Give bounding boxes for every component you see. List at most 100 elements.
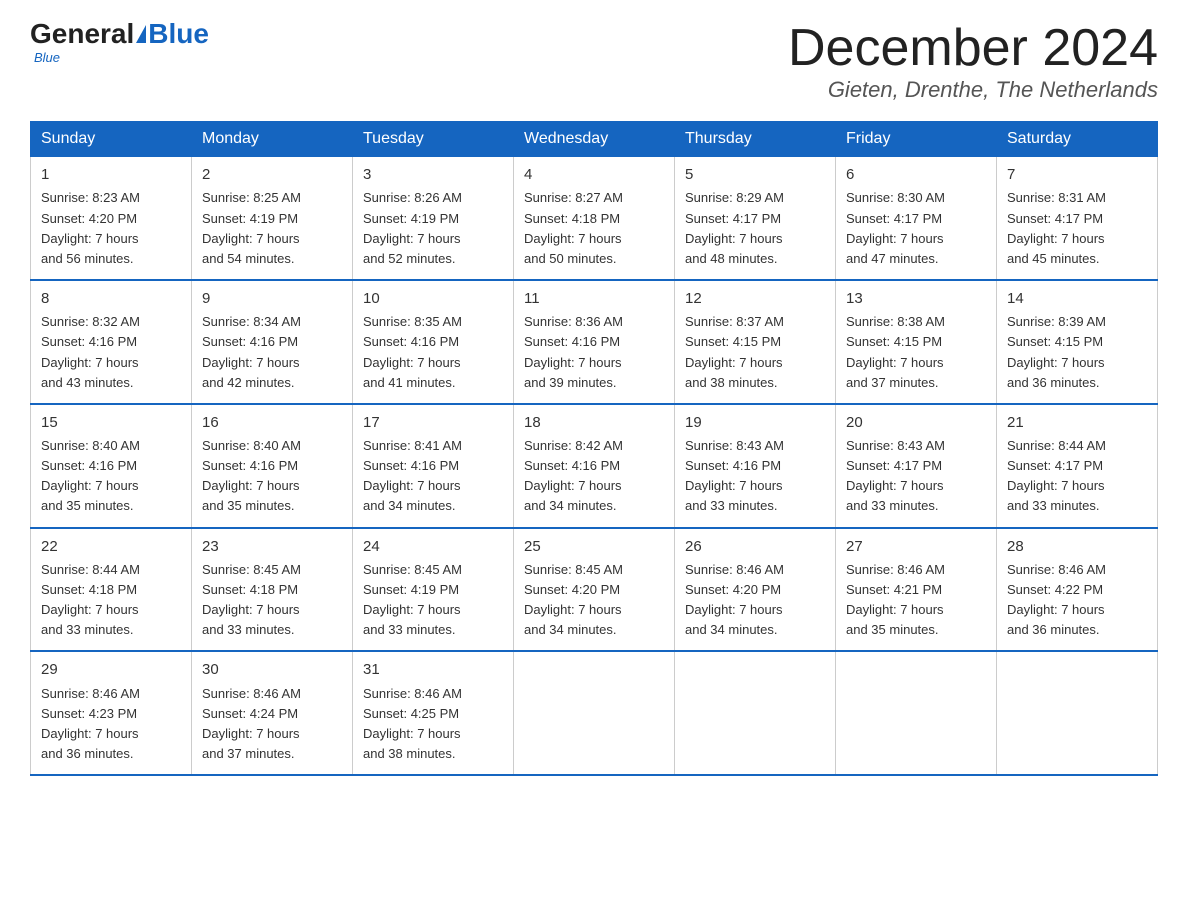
calendar-week-row: 15 Sunrise: 8:40 AMSunset: 4:16 PMDayligh…: [31, 404, 1158, 528]
logo-triangle-icon: [136, 25, 146, 43]
day-info: Sunrise: 8:32 AMSunset: 4:16 PMDaylight:…: [41, 314, 140, 389]
day-info: Sunrise: 8:44 AMSunset: 4:18 PMDaylight:…: [41, 562, 140, 637]
calendar-cell: 27Sunrise: 8:46 AMSunset: 4:21 PMDayligh…: [836, 528, 997, 652]
day-info: Sunrise: 8:46 AMSunset: 4:21 PMDaylight:…: [846, 562, 945, 637]
logo-blue-text: Blue: [148, 20, 209, 48]
day-info: Sunrise: 8:46 AMSunset: 4:25 PMDaylight:…: [363, 686, 462, 761]
column-header-thursday: Thursday: [675, 122, 836, 157]
day-number: 3: [363, 163, 503, 186]
calendar-cell: 29Sunrise: 8:46 AMSunset: 4:23 PMDayligh…: [31, 651, 192, 775]
day-info: Sunrise: 8:38 AMSunset: 4:15 PMDaylight:…: [846, 314, 945, 389]
calendar-table: SundayMondayTuesdayWednesdayThursdayFrid…: [30, 121, 1158, 776]
column-header-friday: Friday: [836, 122, 997, 157]
day-info: Sunrise: 8:31 AMSunset: 4:17 PMDaylight:…: [1007, 190, 1106, 265]
column-header-wednesday: Wednesday: [514, 122, 675, 157]
day-info: Sunrise: 8:46 AMSunset: 4:24 PMDaylight:…: [202, 686, 301, 761]
day-number: 25: [524, 535, 664, 558]
day-number: 7: [1007, 163, 1147, 186]
day-number: 14: [1007, 287, 1147, 310]
calendar-cell: 11 Sunrise: 8:36 AMSunset: 4:16 PMDayligh…: [514, 280, 675, 404]
calendar-cell: 24Sunrise: 8:45 AMSunset: 4:19 PMDayligh…: [353, 528, 514, 652]
day-info: Sunrise: 8:37 AMSunset: 4:15 PMDaylight:…: [685, 314, 784, 389]
day-info: Sunrise: 8:45 AMSunset: 4:20 PMDaylight:…: [524, 562, 623, 637]
calendar-cell: 15 Sunrise: 8:40 AMSunset: 4:16 PMDayligh…: [31, 404, 192, 528]
day-number: 28: [1007, 535, 1147, 558]
day-number: 4: [524, 163, 664, 186]
day-number: 22: [41, 535, 181, 558]
calendar-cell: 28 Sunrise: 8:46 AMSunset: 4:22 PMDayligh…: [997, 528, 1158, 652]
day-info: Sunrise: 8:36 AMSunset: 4:16 PMDaylight:…: [524, 314, 623, 389]
day-number: 6: [846, 163, 986, 186]
calendar-cell: 4Sunrise: 8:27 AMSunset: 4:18 PMDaylight…: [514, 157, 675, 280]
day-number: 30: [202, 658, 342, 681]
day-number: 20: [846, 411, 986, 434]
day-number: 23: [202, 535, 342, 558]
day-number: 19: [685, 411, 825, 434]
calendar-cell: 10Sunrise: 8:35 AMSunset: 4:16 PMDayligh…: [353, 280, 514, 404]
day-info: Sunrise: 8:46 AMSunset: 4:20 PMDaylight:…: [685, 562, 784, 637]
day-info: Sunrise: 8:40 AMSunset: 4:16 PMDaylight:…: [41, 438, 140, 513]
column-header-tuesday: Tuesday: [353, 122, 514, 157]
day-info: Sunrise: 8:45 AMSunset: 4:18 PMDaylight:…: [202, 562, 301, 637]
day-info: Sunrise: 8:41 AMSunset: 4:16 PMDaylight:…: [363, 438, 462, 513]
column-header-saturday: Saturday: [997, 122, 1158, 157]
calendar-cell: 21 Sunrise: 8:44 AMSunset: 4:17 PMDayligh…: [997, 404, 1158, 528]
calendar-cell: 20 Sunrise: 8:43 AMSunset: 4:17 PMDayligh…: [836, 404, 997, 528]
day-info: Sunrise: 8:34 AMSunset: 4:16 PMDaylight:…: [202, 314, 301, 389]
day-info: Sunrise: 8:29 AMSunset: 4:17 PMDaylight:…: [685, 190, 784, 265]
day-info: Sunrise: 8:44 AMSunset: 4:17 PMDaylight:…: [1007, 438, 1106, 513]
column-header-sunday: Sunday: [31, 122, 192, 157]
day-number: 21: [1007, 411, 1147, 434]
calendar-cell: [514, 651, 675, 775]
calendar-cell: [675, 651, 836, 775]
day-info: Sunrise: 8:43 AMSunset: 4:17 PMDaylight:…: [846, 438, 945, 513]
day-number: 15: [41, 411, 181, 434]
day-info: Sunrise: 8:30 AMSunset: 4:17 PMDaylight:…: [846, 190, 945, 265]
logo-subtitle: Blue: [34, 50, 60, 65]
day-number: 9: [202, 287, 342, 310]
day-number: 11: [524, 287, 664, 310]
calendar-cell: 2Sunrise: 8:25 AMSunset: 4:19 PMDaylight…: [192, 157, 353, 280]
day-number: 5: [685, 163, 825, 186]
day-number: 16: [202, 411, 342, 434]
calendar-cell: 8Sunrise: 8:32 AMSunset: 4:16 PMDaylight…: [31, 280, 192, 404]
day-number: 13: [846, 287, 986, 310]
calendar-cell: 16 Sunrise: 8:40 AMSunset: 4:16 PMDayligh…: [192, 404, 353, 528]
day-info: Sunrise: 8:40 AMSunset: 4:16 PMDaylight:…: [202, 438, 301, 513]
calendar-cell: 19 Sunrise: 8:43 AMSunset: 4:16 PMDayligh…: [675, 404, 836, 528]
calendar-cell: 30 Sunrise: 8:46 AMSunset: 4:24 PMDayligh…: [192, 651, 353, 775]
calendar-cell: 3Sunrise: 8:26 AMSunset: 4:19 PMDaylight…: [353, 157, 514, 280]
day-info: Sunrise: 8:46 AMSunset: 4:22 PMDaylight:…: [1007, 562, 1106, 637]
day-number: 12: [685, 287, 825, 310]
calendar-cell: [997, 651, 1158, 775]
day-number: 26: [685, 535, 825, 558]
calendar-cell: 25 Sunrise: 8:45 AMSunset: 4:20 PMDayligh…: [514, 528, 675, 652]
day-number: 17: [363, 411, 503, 434]
calendar-cell: 9 Sunrise: 8:34 AMSunset: 4:16 PMDaylight…: [192, 280, 353, 404]
calendar-week-row: 1 Sunrise: 8:23 AMSunset: 4:20 PMDaylight…: [31, 157, 1158, 280]
logo: General Blue Blue: [30, 20, 209, 65]
calendar-cell: 22 Sunrise: 8:44 AMSunset: 4:18 PMDayligh…: [31, 528, 192, 652]
day-number: 2: [202, 163, 342, 186]
day-info: Sunrise: 8:23 AMSunset: 4:20 PMDaylight:…: [41, 190, 140, 265]
calendar-cell: 7 Sunrise: 8:31 AMSunset: 4:17 PMDaylight…: [997, 157, 1158, 280]
calendar-header-row: SundayMondayTuesdayWednesdayThursdayFrid…: [31, 122, 1158, 157]
logo-general-text: General: [30, 20, 134, 48]
day-number: 1: [41, 163, 181, 186]
calendar-cell: 14 Sunrise: 8:39 AMSunset: 4:15 PMDayligh…: [997, 280, 1158, 404]
calendar-cell: 13 Sunrise: 8:38 AMSunset: 4:15 PMDayligh…: [836, 280, 997, 404]
calendar-cell: 1 Sunrise: 8:23 AMSunset: 4:20 PMDaylight…: [31, 157, 192, 280]
calendar-cell: [836, 651, 997, 775]
calendar-cell: 31Sunrise: 8:46 AMSunset: 4:25 PMDayligh…: [353, 651, 514, 775]
calendar-week-row: 22 Sunrise: 8:44 AMSunset: 4:18 PMDayligh…: [31, 528, 1158, 652]
day-info: Sunrise: 8:42 AMSunset: 4:16 PMDaylight:…: [524, 438, 623, 513]
location-subtitle: Gieten, Drenthe, The Netherlands: [788, 77, 1158, 103]
day-number: 24: [363, 535, 503, 558]
calendar-week-row: 8Sunrise: 8:32 AMSunset: 4:16 PMDaylight…: [31, 280, 1158, 404]
page-header: General Blue Blue December 2024 Gieten, …: [30, 20, 1158, 103]
day-info: Sunrise: 8:39 AMSunset: 4:15 PMDaylight:…: [1007, 314, 1106, 389]
day-info: Sunrise: 8:43 AMSunset: 4:16 PMDaylight:…: [685, 438, 784, 513]
month-year-title: December 2024: [788, 20, 1158, 77]
day-info: Sunrise: 8:35 AMSunset: 4:16 PMDaylight:…: [363, 314, 462, 389]
calendar-cell: 6 Sunrise: 8:30 AMSunset: 4:17 PMDaylight…: [836, 157, 997, 280]
